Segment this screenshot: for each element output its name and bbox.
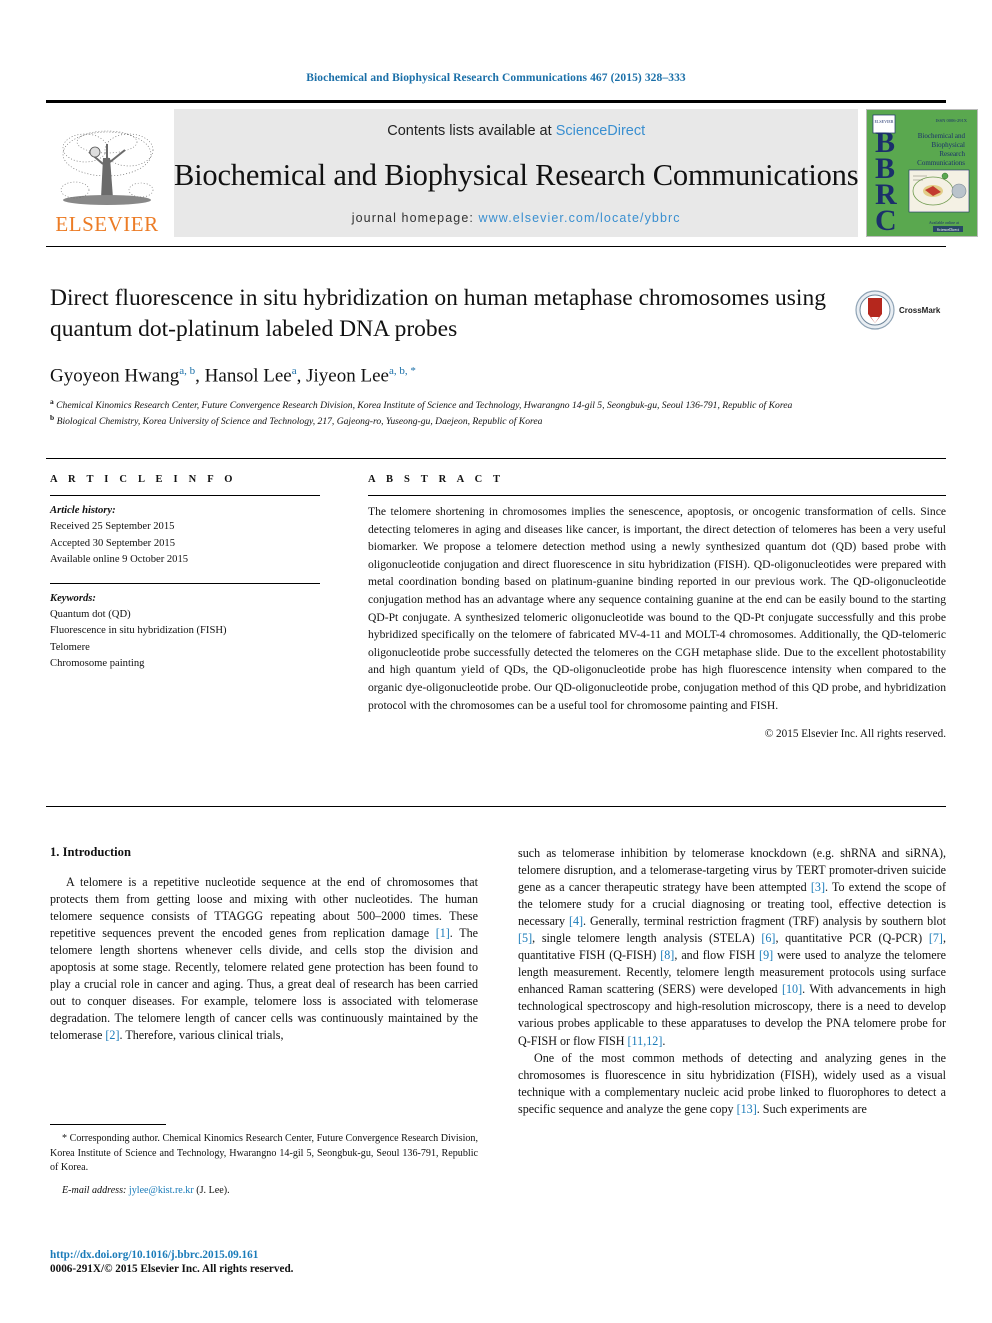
footnote-text: * Corresponding author. Chemical Kinomic…: [50, 1133, 478, 1174]
affiliation-item: a Chemical Kinomics Research Center, Fut…: [50, 397, 930, 413]
citation-link[interactable]: [6]: [761, 931, 775, 945]
email-label: E-mail address:: [62, 1184, 129, 1196]
article-history-block: Article history: Received 25 September 2…: [50, 503, 320, 569]
svg-text:Biophysical: Biophysical: [932, 141, 965, 149]
citation-link[interactable]: [13]: [737, 1102, 757, 1116]
citation-link[interactable]: [3]: [811, 880, 825, 894]
article-info-column: A R T I C L E I N F O Article history: R…: [50, 474, 320, 740]
crossmark-badge[interactable]: CrossMark: [855, 288, 941, 332]
affiliation-item: b Biological Chemistry, Korea University…: [50, 413, 930, 429]
citation-link[interactable]: [11,12]: [628, 1034, 663, 1048]
sciencedirect-link[interactable]: ScienceDirect: [556, 123, 645, 139]
footnote-email-line: E-mail address: jylee@kist.re.kr (J. Lee…: [50, 1185, 478, 1196]
svg-text:Biochemical and: Biochemical and: [918, 132, 966, 140]
article-page: Biochemical and Biophysical Research Com…: [0, 0, 992, 1323]
journal-masthead: ELSEVIER Contents lists available at Sci…: [46, 100, 979, 237]
svg-text:ISSN 0006-291X: ISSN 0006-291X: [936, 118, 968, 123]
keyword-item: Telomere: [50, 641, 90, 653]
citation-link[interactable]: [8]: [660, 948, 674, 962]
crossmark-label: CrossMark: [899, 305, 941, 315]
corresponding-author-footnote: * Corresponding author. Chemical Kinomic…: [50, 1124, 478, 1196]
body-paragraph: A telomere is a repetitive nucleotide se…: [50, 875, 478, 1043]
info-abstract-row: A R T I C L E I N F O Article history: R…: [50, 474, 946, 740]
title-divider: [46, 246, 946, 247]
body-columns: 1. Introduction A telomere is a repetiti…: [50, 845, 946, 1118]
elsevier-logo: ELSEVIER: [46, 109, 168, 237]
abstract-heading: A B S T R A C T: [368, 474, 505, 485]
keyword-item: Fluorescence in situ hybridization (FISH…: [50, 625, 227, 637]
contents-prefix: Contents lists available at: [387, 123, 556, 139]
affiliation-list: a Chemical Kinomics Research Center, Fut…: [50, 397, 930, 429]
keywords-block: Keywords: Quantum dot (QD) Fluorescence …: [50, 591, 320, 673]
info-divider-top: [46, 458, 946, 459]
svg-text:C: C: [875, 204, 897, 236]
email-link[interactable]: jylee@kist.re.kr: [129, 1185, 194, 1196]
issn-copyright-line: 0006-291X/© 2015 Elsevier Inc. All right…: [50, 1263, 294, 1275]
journal-cover-thumbnail: ELSEVIER ISSN 0006-291X B B R C Biochemi…: [866, 109, 979, 237]
affiliation-text: Chemical Kinomics Research Center, Futur…: [56, 400, 793, 412]
doi-link[interactable]: http://dx.doi.org/10.1016/j.bbrc.2015.09…: [50, 1249, 520, 1261]
crossmark-icon: [855, 290, 895, 330]
citation-link[interactable]: [9]: [759, 948, 773, 962]
abstract-text: The telomere shortening in chromosomes i…: [368, 505, 946, 712]
affiliation-mark: b: [50, 413, 55, 423]
abstract-column: A B S T R A C T The telomere shortening …: [368, 474, 946, 740]
citation-link[interactable]: [7]: [929, 931, 943, 945]
author-separator: ,: [296, 365, 307, 387]
keyword-item: Quantum dot (QD): [50, 609, 131, 621]
masthead-center: Contents lists available at ScienceDirec…: [174, 109, 859, 237]
page-title: Direct fluorescence in situ hybridizatio…: [50, 285, 826, 343]
svg-text:Available online at: Available online at: [929, 220, 960, 225]
body-paragraph: such as telomerase inhibition by telomer…: [518, 846, 947, 1048]
author-name[interactable]: Jiyeon Lee: [306, 365, 389, 386]
footnote-divider: [50, 1124, 166, 1125]
body-column-left: 1. Introduction A telomere is a repetiti…: [50, 845, 478, 1118]
article-history-item: Available online 9 October 2015: [50, 554, 189, 566]
author-affiliation-mark: a, b, *: [388, 365, 416, 378]
email-suffix: (J. Lee).: [193, 1184, 230, 1196]
homepage-label: journal homepage:: [351, 211, 479, 225]
body-column-right: such as telomerase inhibition by telomer…: [518, 845, 946, 1118]
svg-text:Research: Research: [940, 150, 966, 158]
svg-text:ELSEVIER: ELSEVIER: [875, 119, 894, 124]
journal-title: Biochemical and Biophysical Research Com…: [174, 157, 859, 192]
svg-text:ScienceDirect: ScienceDirect: [937, 227, 960, 232]
citation-link[interactable]: [1]: [436, 926, 450, 940]
elsevier-tree-icon: [60, 130, 154, 205]
info-divider-bottom: [46, 806, 946, 807]
article-history-label: Article history:: [50, 505, 116, 516]
author-name[interactable]: Gyoyeon Hwang: [50, 365, 179, 386]
affiliation-mark: a: [50, 397, 54, 407]
journal-homepage-line: journal homepage: www.elsevier.com/locat…: [352, 211, 681, 225]
keywords-rule: [50, 582, 320, 584]
citation-link[interactable]: [4]: [569, 914, 583, 928]
affiliation-text: Biological Chemistry, Korea University o…: [56, 416, 543, 428]
contents-line: Contents lists available at ScienceDirec…: [387, 123, 645, 139]
author-separator: ,: [195, 365, 205, 387]
author-list: Gyoyeon Hwanga, b, Hansol Leea, Jiyeon L…: [50, 365, 840, 387]
journal-cover-image: ELSEVIER ISSN 0006-291X B B R C Biochemi…: [867, 110, 978, 236]
author-name[interactable]: Hansol Lee: [205, 365, 292, 386]
running-head: Biochemical and Biophysical Research Com…: [306, 72, 686, 84]
article-info-heading: A R T I C L E I N F O: [50, 474, 237, 485]
homepage-url-link[interactable]: www.elsevier.com/locate/ybbrc: [479, 211, 681, 225]
abstract-rule: [368, 495, 946, 496]
citation-link[interactable]: [2]: [105, 1028, 119, 1042]
citation-link[interactable]: [10]: [782, 982, 802, 996]
elsevier-wordmark: ELSEVIER: [55, 212, 159, 236]
keywords-label: Keywords:: [50, 592, 96, 604]
title-block: Direct fluorescence in situ hybridizatio…: [50, 283, 840, 429]
svg-text:Communications: Communications: [918, 159, 966, 167]
article-info-rule: [50, 495, 320, 496]
article-history-item: Accepted 30 September 2015: [50, 537, 176, 549]
abstract-copyright: © 2015 Elsevier Inc. All rights reserved…: [764, 728, 946, 741]
body-paragraph: One of the most common methods of detect…: [518, 1050, 946, 1116]
page-footer: http://dx.doi.org/10.1016/j.bbrc.2015.09…: [50, 1249, 520, 1275]
keyword-item: Chromosome painting: [50, 658, 145, 670]
author-affiliation-mark: a, b: [179, 365, 196, 378]
citation-link[interactable]: [5]: [518, 931, 532, 945]
section-heading-introduction: 1. Introduction: [50, 845, 131, 859]
article-history-item: Received 25 September 2015: [50, 521, 175, 533]
